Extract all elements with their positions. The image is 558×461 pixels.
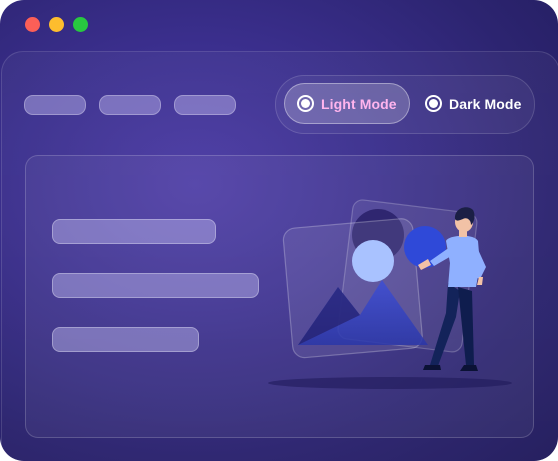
text-line-placeholder-3 [52, 327, 199, 352]
ground-shadow [268, 377, 512, 389]
person-with-image-illustration [268, 199, 512, 389]
nav-placeholder-3[interactable] [174, 95, 236, 115]
close-window-button[interactable] [25, 17, 40, 32]
app-window: Light Mode Dark Mode [0, 0, 558, 461]
text-line-placeholder-2 [52, 273, 259, 298]
light-mode-label: Light Mode [321, 95, 397, 112]
sun-shape [352, 240, 394, 282]
title-bar [0, 0, 558, 52]
dark-mode-radio[interactable] [425, 95, 442, 112]
maximize-window-button[interactable] [73, 17, 88, 32]
nav-placeholder-2[interactable] [99, 95, 161, 115]
text-line-placeholder-1 [52, 219, 216, 244]
dark-mode-label: Dark Mode [449, 95, 522, 112]
nav-placeholder-1[interactable] [24, 95, 86, 115]
light-mode-option[interactable]: Light Mode [284, 83, 410, 124]
dark-mode-option[interactable]: Dark Mode [414, 83, 532, 124]
light-mode-radio[interactable] [297, 95, 314, 112]
minimize-window-button[interactable] [49, 17, 64, 32]
